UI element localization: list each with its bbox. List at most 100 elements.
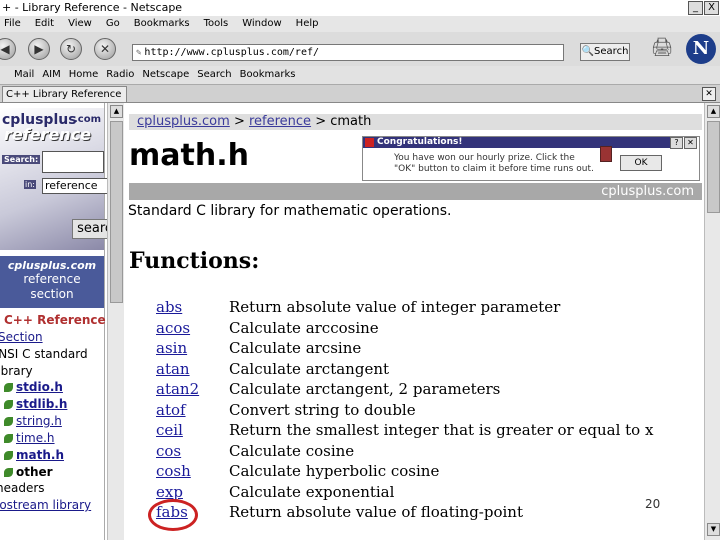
main-scroll-thumb[interactable] (707, 121, 720, 213)
function-link[interactable]: abs (156, 298, 182, 316)
sidebar-scope-select[interactable]: reference (42, 178, 108, 194)
toolbar-mail[interactable]: Mail (14, 69, 34, 80)
sidebar-leaf-other[interactable]: other (4, 465, 53, 479)
toolbar-search[interactable]: Search (197, 69, 231, 80)
menu-window[interactable]: Window (242, 18, 281, 29)
sidebar-leaf-math[interactable]: math.h (4, 448, 64, 462)
menu-bar: File Edit View Go Bookmarks Tools Window Help (0, 16, 720, 32)
function-link[interactable]: cosh (156, 462, 191, 480)
personal-toolbar: Mail AIM Home Radio Netscape Search Bookmarks (0, 66, 720, 85)
function-link[interactable]: ceil (156, 421, 183, 439)
leaf-icon (4, 468, 13, 477)
main-scrollbar[interactable]: ▲ ▼ (704, 103, 720, 540)
sidebar-leaf-time[interactable]: time.h (4, 431, 55, 445)
menu-tools[interactable]: Tools (204, 18, 229, 29)
ad-header: Congratulations! (363, 137, 683, 148)
menu-file[interactable]: File (4, 18, 21, 29)
sidebar-leaf-stdio[interactable]: stdio.h (4, 380, 63, 394)
search-button[interactable]: 🔍Search (580, 43, 630, 61)
leaf-label: string.h (16, 414, 62, 428)
scroll-up-icon[interactable]: ▲ (707, 105, 720, 118)
leaf-label: other (16, 465, 53, 479)
close-window-button[interactable]: X (704, 1, 719, 15)
menu-edit[interactable]: Edit (35, 18, 54, 29)
reference-section-sub2: section (30, 287, 74, 301)
function-description: Return absolute value of floating-point (229, 503, 523, 521)
function-description: Return absolute value of integer paramet… (229, 298, 561, 316)
stop-icon[interactable]: ✕ (94, 38, 116, 60)
page-icon: ✎ (136, 48, 142, 58)
logo-com: .com (74, 114, 102, 125)
back-icon[interactable]: ◀ (0, 38, 16, 60)
function-link[interactable]: acos (156, 319, 190, 337)
menu-view[interactable]: View (68, 18, 92, 29)
toolbar-netscape[interactable]: Netscape (142, 69, 189, 80)
sidebar-leaf-string[interactable]: string.h (4, 414, 62, 428)
netscape-logo-icon[interactable]: N (686, 34, 716, 64)
page-title: math.h (129, 138, 249, 173)
menu-go[interactable]: Go (106, 18, 120, 29)
functions-heading: Functions: (129, 248, 260, 274)
window-title: + - Library Reference - Netscape (2, 1, 183, 14)
menu-bookmarks[interactable]: Bookmarks (134, 18, 190, 29)
breadcrumb-site[interactable]: cplusplus.com (137, 114, 230, 129)
reference-section-sub1: reference (23, 272, 81, 286)
function-link[interactable]: atan2 (156, 380, 199, 398)
function-link[interactable]: asin (156, 339, 187, 357)
sidebar-search-label: Search: (2, 155, 41, 164)
leaf-icon (4, 400, 13, 409)
print-icon[interactable]: 🖨 (650, 37, 674, 59)
sidebar-item-section[interactable]: Section (0, 330, 43, 344)
toolbar-bookmarks[interactable]: Bookmarks (240, 69, 296, 80)
reference-section-box: cplusplus.com reference section (0, 256, 104, 308)
function-description: Calculate exponential (229, 483, 395, 501)
toolbar-radio[interactable]: Radio (106, 69, 134, 80)
leaf-icon (4, 383, 13, 392)
function-link[interactable]: cos (156, 442, 181, 460)
url-input[interactable]: ✎ http://www.cplusplus.com/ref/ (132, 44, 564, 61)
ad-close-icon[interactable]: ✕ (684, 137, 697, 149)
sidebar-scroll-thumb[interactable] (110, 121, 123, 303)
reference-section-title: cplusplus.com (7, 259, 97, 272)
search-icon: 🔍 (581, 46, 595, 57)
sidebar-scrollbar[interactable]: ▲ (107, 103, 124, 540)
leaf-icon (4, 417, 13, 426)
minimize-button[interactable]: _ (688, 1, 703, 15)
scroll-down-icon[interactable]: ▼ (707, 523, 720, 536)
sidebar-item-iostream[interactable]: iostream library (0, 498, 91, 512)
ad-text: You have won our hourly prize. Click the… (394, 153, 594, 174)
function-description: Calculate arctangent, 2 parameters (229, 380, 501, 398)
menu-help[interactable]: Help (296, 18, 319, 29)
search-button-label: Search (594, 46, 629, 57)
function-link[interactable]: atof (156, 401, 186, 419)
scroll-up-icon[interactable]: ▲ (110, 105, 123, 118)
sidebar-search-button[interactable]: search (72, 219, 110, 239)
forward-icon[interactable]: ▶ (28, 38, 50, 60)
site-ribbon: cplusplus.com (129, 183, 702, 200)
breadcrumb-current: cmath (330, 114, 372, 129)
leaf-label: time.h (16, 431, 55, 445)
breadcrumb-sep: > (315, 114, 327, 129)
leaf-icon (4, 451, 13, 460)
breadcrumb-section[interactable]: reference (249, 114, 311, 129)
sidebar-item-headers: headers (0, 481, 45, 495)
breadcrumb: cplusplus.com > reference > cmath (129, 114, 702, 130)
sidebar-leaf-stdlib[interactable]: stdlib.h (4, 397, 67, 411)
ad-hourglass-icon (600, 146, 612, 162)
tab-library-reference[interactable]: C++ Library Reference (2, 86, 127, 103)
toolbar-aim[interactable]: AIM (42, 69, 60, 80)
url-text: http://www.cplusplus.com/ref/ (144, 47, 320, 58)
sidebar-search-input[interactable] (42, 151, 104, 173)
reload-icon[interactable]: ↻ (60, 38, 82, 60)
function-link[interactable]: atan (156, 360, 190, 378)
close-tab-icon[interactable]: ✕ (702, 87, 716, 101)
ad-ok-button[interactable]: OK (620, 155, 662, 171)
function-description: Calculate arccosine (229, 319, 379, 337)
leaf-label: stdlib.h (16, 397, 68, 411)
sidebar-search-button-label: search (77, 221, 109, 236)
function-description: Calculate arctangent (229, 360, 390, 378)
ad-help-icon[interactable]: ? (670, 137, 683, 149)
toolbar-home[interactable]: Home (69, 69, 99, 80)
function-description: Convert string to double (229, 401, 416, 419)
ad-warning-icon (365, 138, 374, 147)
